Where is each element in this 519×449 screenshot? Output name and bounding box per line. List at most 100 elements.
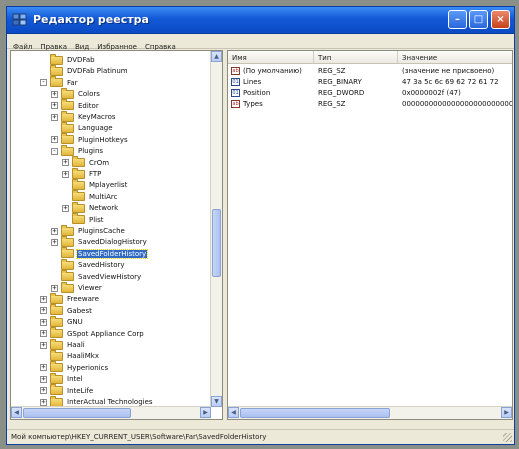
column-header-name[interactable]: Имя [228, 51, 314, 64]
tree-node-label[interactable]: GNU [66, 318, 84, 326]
values-horizontal-scrollbar[interactable]: ◀ ▶ [228, 406, 512, 419]
expand-icon[interactable]: + [51, 102, 58, 110]
tree-node-label[interactable]: SavedDialogHistory [77, 238, 148, 246]
tree-node-label[interactable]: Far [66, 79, 79, 87]
tree-node[interactable]: - Far [40, 76, 79, 89]
resize-grip-icon[interactable] [503, 433, 512, 442]
close-button[interactable]: × [491, 10, 510, 29]
expand-icon[interactable]: + [62, 170, 69, 178]
scroll-right-arrow-icon[interactable]: ▶ [501, 407, 512, 418]
tree-node[interactable]: MultiArc [62, 190, 118, 203]
expand-icon[interactable]: + [40, 364, 47, 372]
expand-icon[interactable]: + [40, 398, 47, 406]
tree-node[interactable]: + Intel [40, 372, 84, 385]
tree-node-label[interactable]: Freeware [66, 295, 100, 303]
tree-node-label[interactable]: DVDFab Platinum [66, 67, 129, 75]
tree-node[interactable]: + Viewer [51, 281, 103, 294]
value-row[interactable]: ab (По умолчанию) REG_SZ (значение не присв… [228, 66, 512, 77]
expand-icon[interactable]: + [40, 341, 47, 349]
tree-hscroll-thumb[interactable] [23, 408, 131, 418]
tree-node-label[interactable]: PluginsCache [77, 227, 126, 235]
tree-node[interactable]: HaaliMkx [40, 349, 100, 362]
column-header-data[interactable]: Значение [398, 51, 512, 64]
registry-values-pane[interactable]: Имя Тип Значение ab (По умолчанию) REG_SZ(… [227, 50, 513, 420]
column-header-type[interactable]: Тип [314, 51, 398, 64]
value-row[interactable]: 01 Position REG_DWORD 0x0000002f (47) [228, 88, 512, 99]
tree-node-label[interactable]: FTP [88, 170, 102, 178]
tree-node-label[interactable]: HaaliMkx [66, 352, 100, 360]
tree-node[interactable]: + CrOm [62, 156, 110, 169]
tree-node[interactable]: + InteLife [40, 384, 94, 397]
scroll-left-arrow-icon[interactable]: ◀ [11, 407, 22, 418]
tree-node-label[interactable]: DVDFab [66, 56, 96, 64]
expand-icon[interactable]: + [40, 330, 47, 338]
expand-icon[interactable]: + [40, 375, 47, 383]
tree-node-label[interactable]: Intel [66, 375, 84, 383]
expand-icon[interactable]: + [62, 159, 69, 167]
tree-node-label[interactable]: Language [77, 124, 114, 132]
collapse-icon[interactable]: - [40, 79, 47, 87]
value-row[interactable]: 01 Lines REG_BINARY 47 3a 5c 6c 69 62 72 61… [228, 77, 512, 88]
tree-scroll-thumb[interactable] [212, 209, 221, 277]
tree-node-label[interactable]: Editor [77, 102, 100, 110]
tree-node-label[interactable]: Haali [66, 341, 86, 349]
tree-node[interactable]: SavedFolderHistory [51, 247, 149, 260]
tree-node-label[interactable]: Plugins [77, 147, 104, 155]
registry-tree-pane[interactable]: DVDFab DVDFab Platinum - Far + Colors + Editor +… [10, 50, 223, 420]
tree-node-label[interactable]: SavedFolderHistory [75, 248, 149, 259]
expand-icon[interactable]: + [51, 227, 58, 235]
expand-icon[interactable]: + [51, 113, 58, 121]
minimize-button[interactable]: – [448, 10, 467, 29]
tree-node-label[interactable]: SavedViewHistory [77, 273, 142, 281]
value-row[interactable]: ab Types REG_SZ 00000000000000000000000000 [228, 99, 512, 110]
values-hscroll-thumb[interactable] [240, 408, 390, 418]
tree-node[interactable]: + Gabest [40, 304, 93, 317]
tree-node-label[interactable]: KeyMacros [77, 113, 117, 121]
tree-node-label[interactable]: PluginHotkeys [77, 136, 129, 144]
tree-horizontal-scrollbar[interactable]: ◀ ▶ [11, 406, 211, 419]
expand-icon[interactable]: + [51, 284, 58, 292]
expand-icon[interactable]: + [51, 90, 58, 98]
expand-icon[interactable]: + [40, 307, 47, 315]
tree-node[interactable]: + Editor [51, 99, 100, 112]
scroll-right-arrow-icon[interactable]: ▶ [200, 407, 211, 418]
tree-vertical-scrollbar[interactable]: ▲ ▼ [210, 51, 222, 407]
expand-icon[interactable]: + [40, 318, 47, 326]
tree-node[interactable]: + Colors [51, 87, 101, 100]
tree-node-label[interactable]: Network [88, 204, 119, 212]
scroll-left-arrow-icon[interactable]: ◀ [228, 407, 239, 418]
scroll-up-arrow-icon[interactable]: ▲ [211, 51, 222, 62]
tree-node-label[interactable]: Mplayerlist [88, 181, 128, 189]
expand-icon[interactable]: + [40, 387, 47, 395]
tree-node-label[interactable]: Gabest [66, 307, 93, 315]
tree-node[interactable]: + GNU [40, 315, 84, 328]
tree-node[interactable]: Plist [62, 213, 105, 226]
tree-node-label[interactable]: InterActual Technologies [66, 398, 154, 406]
title-bar[interactable]: Редактор реестра – □ × [7, 7, 514, 34]
expand-icon[interactable]: + [62, 204, 69, 212]
tree-node-label[interactable]: Plist [88, 216, 105, 224]
tree-node-label[interactable]: SavedHistory [77, 261, 126, 269]
tree-node-label[interactable]: Viewer [77, 284, 103, 292]
expand-icon[interactable]: + [51, 238, 58, 246]
tree-node-label[interactable]: GSpot Appliance Corp [66, 330, 145, 338]
tree-node-label[interactable]: Colors [77, 90, 101, 98]
tree-node[interactable]: SavedViewHistory [51, 270, 142, 283]
tree-node[interactable]: + Hyperionics [40, 361, 109, 374]
tree-node[interactable]: + Network [62, 201, 119, 214]
tree-node[interactable]: + Freeware [40, 292, 100, 305]
scroll-down-arrow-icon[interactable]: ▼ [211, 396, 222, 407]
maximize-button[interactable]: □ [469, 10, 488, 29]
tree-node-label[interactable]: Hyperionics [66, 364, 109, 372]
collapse-icon[interactable]: - [51, 147, 58, 155]
expand-icon[interactable]: + [40, 295, 47, 303]
tree-node[interactable]: + GSpot Appliance Corp [40, 327, 145, 340]
tree-node-label[interactable]: CrOm [88, 159, 110, 167]
tree-node[interactable]: + FTP [62, 167, 102, 180]
tree-node[interactable]: + Haali [40, 338, 86, 351]
tree-node[interactable]: DVDFab [40, 53, 96, 66]
expand-icon[interactable]: + [51, 136, 58, 144]
tree-node[interactable]: + PluginHotkeys [51, 133, 129, 146]
tree-node-label[interactable]: MultiArc [88, 193, 118, 201]
tree-node-label[interactable]: InteLife [66, 387, 94, 395]
